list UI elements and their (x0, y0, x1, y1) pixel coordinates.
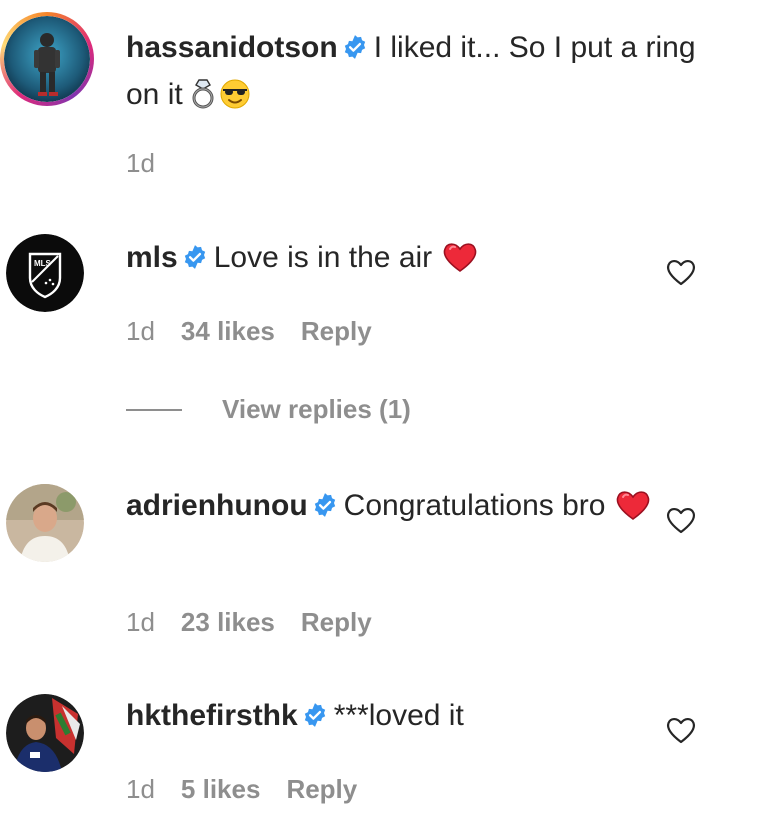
timestamp[interactable]: 1d (126, 148, 155, 178)
username[interactable]: hassanidotson (126, 31, 338, 64)
red-heart-icon (442, 241, 478, 286)
comment-meta: 1d 5 likes Reply (126, 774, 383, 805)
reply-button[interactable]: Reply (286, 774, 357, 804)
likes-count[interactable]: 5 likes (181, 774, 261, 804)
comment-body: ***loved it (333, 699, 464, 732)
view-replies-label: View replies (1) (222, 394, 411, 424)
avatar[interactable]: MLS (6, 234, 84, 312)
username[interactable]: adrienhunou (126, 489, 308, 522)
svg-text:MLS: MLS (34, 259, 52, 268)
comment-meta: 1d 34 likes Reply (126, 316, 398, 347)
reply-button[interactable]: Reply (301, 316, 372, 346)
heart-outline-icon (667, 507, 695, 534)
timestamp[interactable]: 1d (126, 774, 155, 804)
divider-line (126, 408, 182, 411)
timestamp[interactable]: 1d (126, 316, 155, 346)
username[interactable]: mls (126, 241, 178, 274)
comment-text: hassanidotson I liked it... So I put a ri… (126, 26, 696, 123)
reply-button[interactable]: Reply (301, 607, 372, 637)
like-button[interactable] (664, 504, 698, 536)
comment-text: hkthefirsthk ***loved it (126, 694, 696, 741)
comment-meta: 1d (126, 148, 181, 179)
timestamp[interactable]: 1d (126, 607, 155, 637)
comment-body: Congratulations bro (343, 489, 606, 522)
likes-count[interactable]: 34 likes (181, 316, 275, 346)
verified-badge-icon (182, 239, 208, 283)
verified-badge-icon (342, 29, 368, 73)
ring-icon (189, 78, 217, 123)
like-button[interactable] (664, 256, 698, 288)
verified-badge-icon (312, 487, 338, 531)
like-button[interactable] (664, 714, 698, 746)
avatar[interactable] (6, 484, 84, 562)
avatar[interactable] (4, 16, 90, 102)
verified-badge-icon (302, 697, 328, 741)
heart-outline-icon (667, 259, 695, 286)
sunglasses-face-icon (219, 78, 251, 123)
comment-text: adrienhunou Congratulations bro (126, 484, 696, 534)
likes-count[interactable]: 23 likes (181, 607, 275, 637)
comment-body: Love is in the air (213, 241, 433, 274)
avatar[interactable] (6, 694, 84, 772)
view-replies-button[interactable]: View replies (1) (126, 394, 411, 425)
story-ring[interactable] (0, 12, 94, 106)
comment-text: mls Love is in the air (126, 236, 696, 286)
comment-meta: 1d 23 likes Reply (126, 607, 398, 638)
username[interactable]: hkthefirsthk (126, 699, 298, 732)
red-heart-icon (615, 489, 651, 534)
heart-outline-icon (667, 717, 695, 744)
